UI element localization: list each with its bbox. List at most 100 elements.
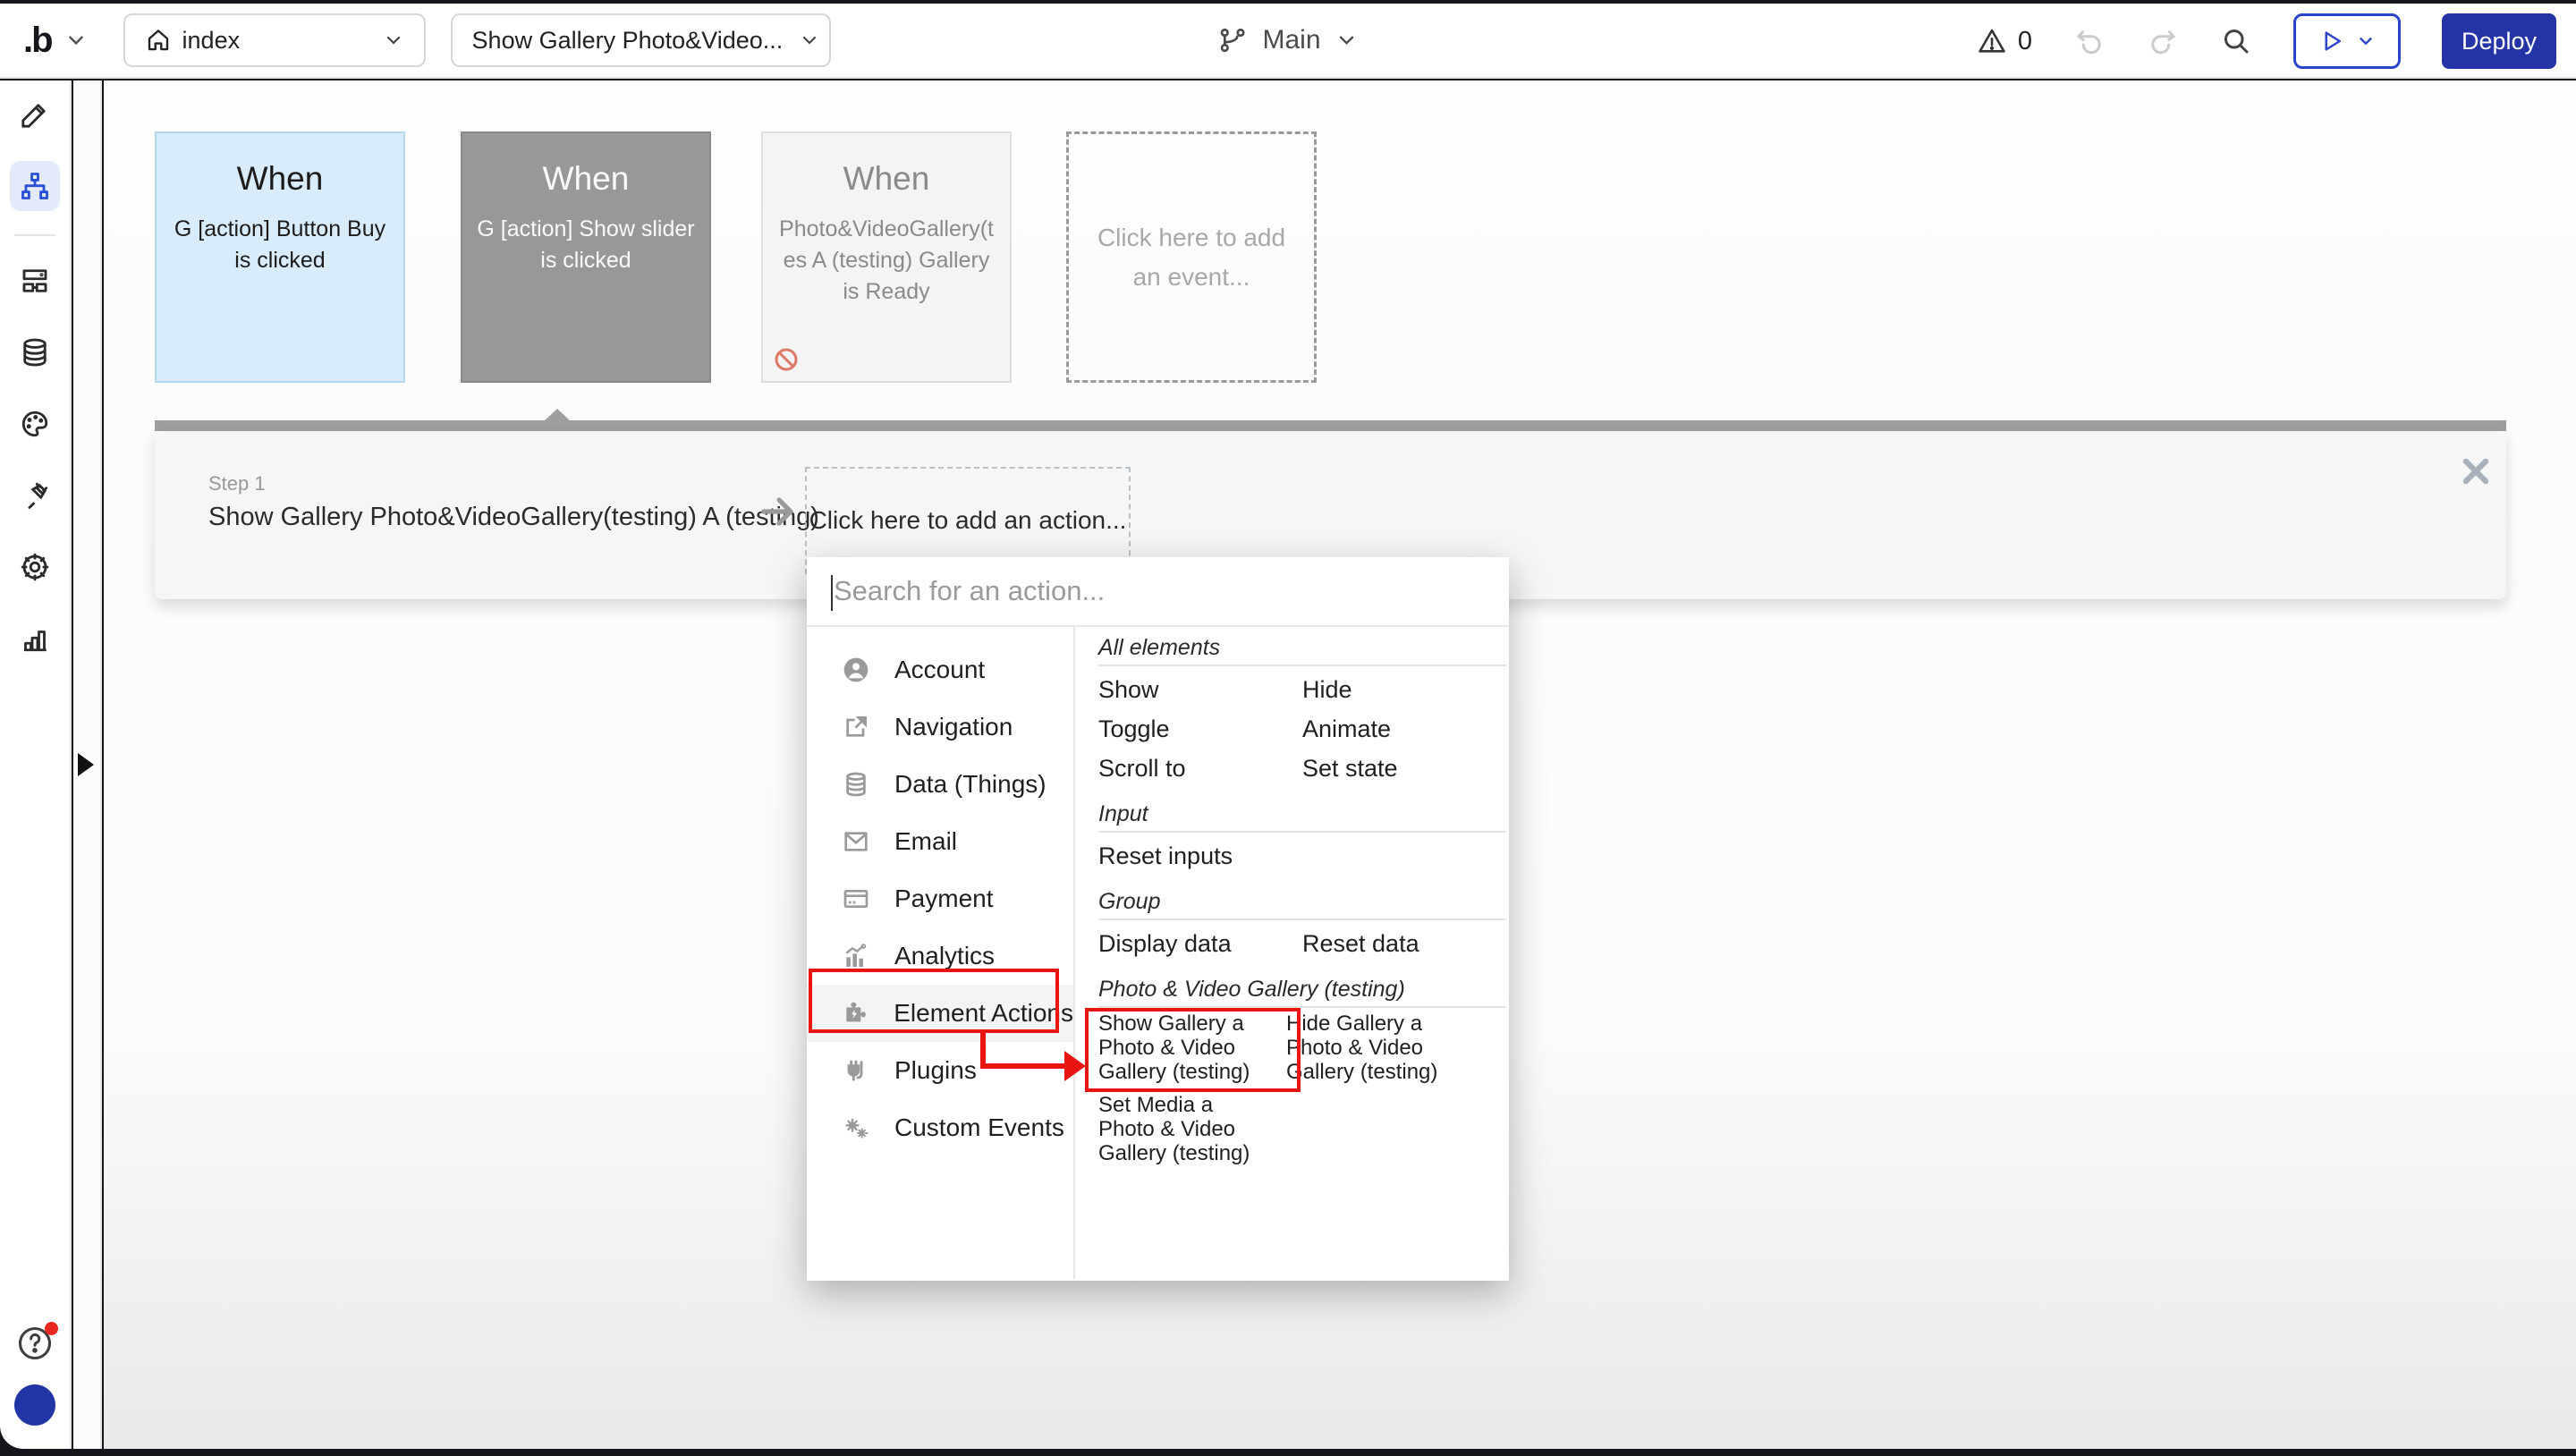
- event-card-button-buy[interactable]: When G [action] Button Buy is clicked: [155, 131, 405, 383]
- step-number: Step 1: [208, 472, 266, 495]
- sidebar-item-design[interactable]: [10, 89, 60, 140]
- category-data-things[interactable]: Data (Things): [807, 756, 1073, 813]
- collapsed-panel-strip: [73, 80, 102, 1449]
- workflow-select[interactable]: Show Gallery Photo&Video...: [450, 13, 831, 67]
- close-icon[interactable]: [2459, 454, 2493, 488]
- action-search-row: [807, 557, 1509, 627]
- page-select[interactable]: index: [123, 13, 426, 67]
- issues-indicator[interactable]: 0: [1977, 26, 2032, 56]
- chevron-down-icon: [383, 30, 404, 51]
- event-title: When: [236, 160, 324, 197]
- event-description: Photo&VideoGallery(tes A (testing) Galle…: [779, 216, 994, 304]
- section-divider: [1098, 831, 1506, 833]
- event-card-gallery-ready[interactable]: When Photo&VideoGallery(tes A (testing) …: [761, 131, 1012, 383]
- section-divider: [1098, 918, 1506, 920]
- action-category-list: Account Navigation Data (Things) Email P…: [807, 627, 1075, 1279]
- sidebar-item-logs[interactable]: [10, 614, 60, 664]
- user-avatar[interactable]: [14, 1384, 55, 1426]
- warning-triangle-icon: [1977, 26, 2007, 56]
- git-branch-icon: [1217, 25, 1248, 55]
- category-payment[interactable]: Payment: [807, 870, 1073, 927]
- annotation-arrow-line: [980, 1063, 1068, 1069]
- category-analytics[interactable]: Analytics: [807, 927, 1073, 985]
- sidebar-item-data[interactable]: [10, 327, 60, 377]
- sidebar-item-styles[interactable]: [10, 399, 60, 449]
- step-bar-notch: [544, 409, 571, 421]
- pencil-icon: [19, 98, 51, 131]
- action-item-scroll-to[interactable]: Scroll to: [1098, 749, 1302, 788]
- action-item-display-data[interactable]: Display data: [1098, 924, 1302, 963]
- chevron-down-icon: [1335, 29, 1359, 52]
- plug-icon: [19, 479, 51, 512]
- branch-selector[interactable]: Main: [1217, 25, 1358, 55]
- top-bar: .b index Show Gallery Photo&Video... Mai: [0, 4, 2576, 79]
- chevron-down-icon: [799, 30, 820, 51]
- branch-name: Main: [1262, 25, 1321, 55]
- action-item-show[interactable]: Show: [1098, 670, 1302, 709]
- action-search-input[interactable]: [807, 557, 1509, 625]
- event-title: When: [542, 160, 630, 197]
- gear-icon: [19, 551, 51, 583]
- sidebar-divider: [14, 234, 55, 236]
- action-item-set-state[interactable]: Set state: [1302, 749, 1506, 788]
- blocked-icon: [774, 347, 799, 372]
- play-icon: [2318, 28, 2345, 55]
- sidebar-item-reusables[interactable]: [10, 256, 60, 306]
- expand-panel-arrow-icon[interactable]: [78, 753, 94, 776]
- add-event-placeholder[interactable]: Click here to add an event...: [1066, 131, 1317, 383]
- logo-menu-chevron-icon[interactable]: [64, 29, 88, 52]
- undo-button[interactable]: [2073, 25, 2106, 57]
- sidebar-item-plugins[interactable]: [10, 470, 60, 521]
- sidebar-item-settings[interactable]: [10, 542, 60, 592]
- action-item-reset-inputs[interactable]: Reset inputs: [1098, 836, 1302, 876]
- help-button[interactable]: [15, 1322, 58, 1363]
- payment-icon: [841, 885, 871, 913]
- data-icon: [841, 771, 871, 798]
- database-icon: [19, 336, 51, 368]
- annotation-arrowhead-icon: [1064, 1051, 1086, 1081]
- page-select-value: index: [182, 26, 241, 54]
- section-header: Input: [1098, 801, 1148, 826]
- category-account[interactable]: Account: [807, 641, 1073, 698]
- action-item-hide-gallery[interactable]: Hide Gallery a Photo & Video Gallery (te…: [1286, 1012, 1474, 1084]
- reusables-icon: [19, 265, 51, 297]
- add-event-label: Click here to add an event...: [1097, 223, 1286, 291]
- workflow-canvas[interactable]: When G [action] Button Buy is clicked Wh…: [104, 80, 2576, 1449]
- category-element-actions[interactable]: Element Actions: [807, 985, 1073, 1042]
- plugins-icon: [841, 1056, 871, 1085]
- notification-dot: [45, 1322, 58, 1335]
- custom-events-icon: [841, 1113, 871, 1142]
- chevron-down-icon: [2356, 31, 2376, 51]
- palette-icon: [19, 408, 51, 440]
- category-plugins[interactable]: Plugins: [807, 1042, 1073, 1099]
- event-description: G [action] Show slider is clicked: [477, 216, 695, 273]
- action-item-reset-data[interactable]: Reset data: [1302, 924, 1506, 963]
- category-custom-events[interactable]: Custom Events: [807, 1099, 1073, 1156]
- account-icon: [841, 656, 871, 684]
- step-scrollbar[interactable]: [155, 409, 2506, 431]
- action-item-show-gallery[interactable]: Show Gallery a Photo & Video Gallery (te…: [1098, 1012, 1286, 1084]
- navigation-icon: [841, 713, 871, 741]
- chart-icon: [19, 622, 51, 655]
- category-email[interactable]: Email: [807, 813, 1073, 870]
- sidebar-item-workflow[interactable]: [10, 161, 60, 211]
- event-card-show-slider[interactable]: When G [action] Show slider is clicked: [461, 131, 711, 383]
- preview-button[interactable]: [2292, 13, 2401, 69]
- deploy-button[interactable]: Deploy: [2441, 13, 2556, 69]
- action-item-hide[interactable]: Hide: [1302, 670, 1506, 709]
- element-actions-icon: [841, 999, 870, 1028]
- workflow-select-value: Show Gallery Photo&Video...: [471, 26, 784, 54]
- search-button[interactable]: [2220, 25, 2252, 57]
- action-item-toggle[interactable]: Toggle: [1098, 709, 1302, 749]
- action-select-popup: Account Navigation Data (Things): [807, 557, 1509, 1281]
- section-header: All elements: [1098, 635, 1221, 660]
- action-item-animate[interactable]: Animate: [1302, 709, 1506, 749]
- issues-count: 0: [2017, 26, 2032, 55]
- event-title: When: [843, 160, 930, 197]
- add-action-label: Click here to add an action...: [809, 506, 1127, 534]
- section-divider: [1098, 665, 1506, 666]
- arrow-right-icon: [756, 490, 799, 533]
- action-item-set-media[interactable]: Set Media a Photo & Video Gallery (testi…: [1098, 1093, 1286, 1165]
- redo-button[interactable]: [2147, 25, 2179, 57]
- category-navigation[interactable]: Navigation: [807, 698, 1073, 756]
